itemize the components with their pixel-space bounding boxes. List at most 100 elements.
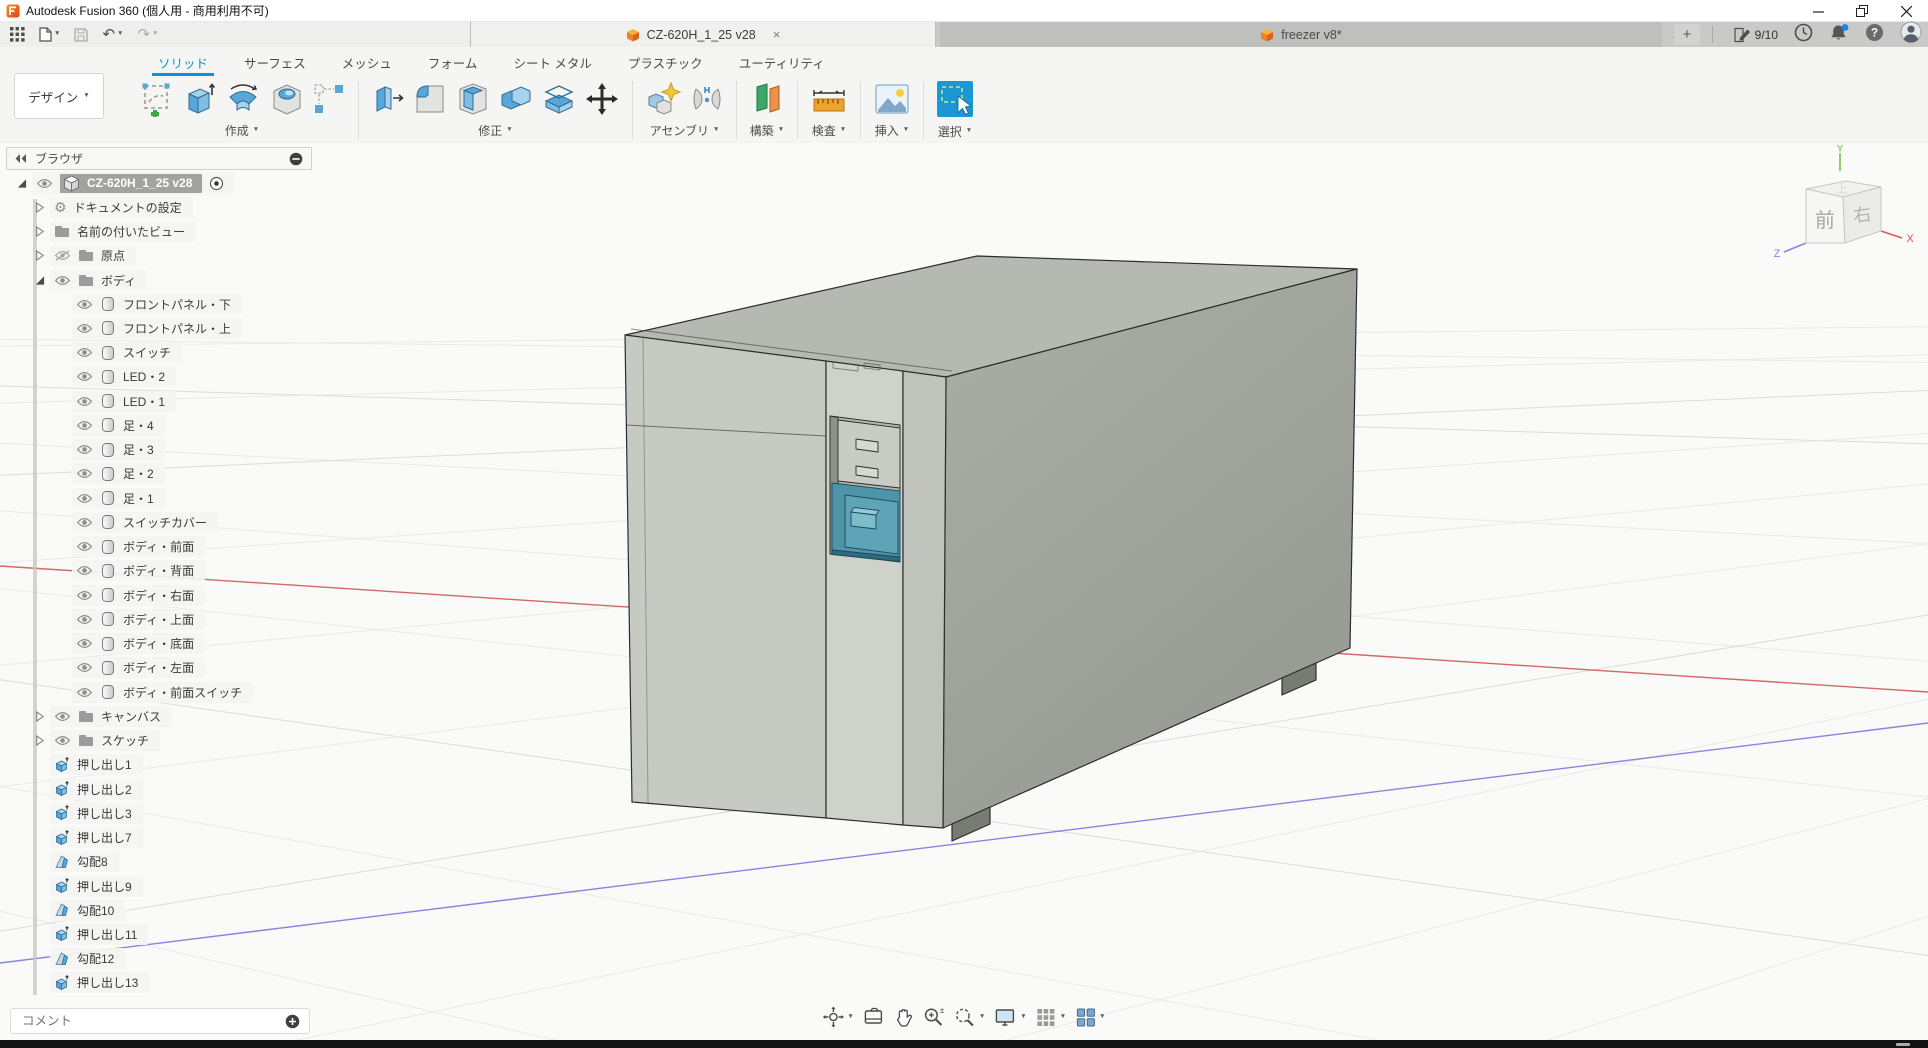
browser-row[interactable]: フロントパネル・下 — [0, 293, 242, 315]
insert-menu[interactable]: 挿入▼ — [875, 122, 909, 139]
browser-row[interactable]: ボディ・底面 — [0, 633, 205, 655]
expand-arrow-icon[interactable] — [34, 250, 45, 261]
select-menu[interactable]: 選択▼ — [938, 123, 972, 140]
ribbon-tab-シート メタル[interactable]: シート メタル — [495, 47, 609, 77]
browser-row[interactable]: 名前の付いたビュー — [0, 221, 196, 243]
visibility-eye-icon[interactable] — [76, 347, 93, 358]
inspect-menu[interactable]: 検査▼ — [812, 122, 846, 139]
visibility-eye-icon[interactable] — [76, 371, 93, 382]
activate-component-radio[interactable] — [209, 176, 224, 191]
visibility-eye-icon[interactable] — [76, 590, 93, 601]
browser-row[interactable]: 勾配8 — [0, 851, 119, 873]
expand-arrow-icon[interactable] — [34, 735, 45, 746]
ribbon-tab-ソリッド[interactable]: ソリッド — [140, 47, 226, 77]
browser-row[interactable]: 原点 — [0, 245, 136, 267]
app-grid-menu-button[interactable] — [10, 27, 25, 42]
measure-button[interactable] — [809, 80, 849, 118]
visibility-eye-icon[interactable] — [54, 735, 71, 746]
undo-button[interactable]: ↶ ▼ — [102, 27, 123, 42]
pattern-button[interactable] — [311, 81, 347, 117]
add-comment-icon[interactable] — [285, 1014, 300, 1029]
browser-row[interactable]: ボディ・前面 — [0, 536, 205, 558]
browser-row[interactable]: ボディ — [0, 269, 147, 291]
zoom-button[interactable]: ± — [923, 1006, 945, 1028]
job-status-button[interactable]: 9/10 — [1734, 27, 1778, 43]
visibility-eye-icon[interactable] — [76, 493, 93, 504]
create-sketch-button[interactable] — [137, 80, 175, 118]
browser-row[interactable]: ボディ・右面 — [0, 584, 205, 606]
visibility-eye-icon[interactable] — [76, 396, 93, 407]
offset-face-button[interactable] — [540, 80, 578, 118]
hole-button[interactable] — [268, 80, 306, 118]
close-button[interactable] — [1884, 0, 1928, 22]
document-tab-active[interactable]: CZ-620H_1_25 v28 × — [470, 22, 936, 47]
tab-close-icon[interactable]: × — [773, 27, 781, 42]
document-tab-inactive[interactable]: freezer v8* × — [940, 22, 1662, 47]
browser-row[interactable]: ボディ・背面 — [0, 560, 205, 582]
joint-button[interactable] — [689, 80, 725, 118]
create-menu[interactable]: 作成▼ — [225, 122, 259, 139]
look-at-button[interactable] — [863, 1007, 885, 1027]
browser-row[interactable]: LED・1 — [0, 390, 176, 412]
notifications-button[interactable] — [1829, 23, 1849, 47]
browser-row[interactable]: 勾配12 — [0, 948, 125, 970]
construction-plane-button[interactable] — [748, 80, 786, 118]
visibility-eye-icon[interactable] — [76, 299, 93, 310]
visibility-eye-icon[interactable] — [76, 468, 93, 479]
save-button[interactable] — [74, 28, 88, 42]
fit-button[interactable]: ▼ — [954, 1006, 985, 1028]
combine-button[interactable] — [497, 80, 535, 118]
minimize-panel-icon[interactable] — [289, 152, 303, 166]
expand-arrow-icon[interactable] — [34, 226, 45, 237]
visibility-eye-icon[interactable] — [36, 178, 53, 189]
viewports-button[interactable]: ▼ — [1075, 1007, 1105, 1028]
collapse-arrow-icon[interactable] — [16, 178, 27, 189]
visibility-eye-icon[interactable] — [76, 541, 93, 552]
workspace-selector[interactable]: デザイン ▼ — [14, 73, 104, 119]
model-front-chamfer[interactable] — [903, 371, 946, 828]
browser-row[interactable]: 足・4 — [0, 414, 165, 436]
browser-row[interactable]: 押し出し13 — [0, 972, 149, 994]
display-settings-button[interactable]: ▼ — [994, 1007, 1026, 1028]
press-pull-button[interactable] — [370, 80, 406, 118]
browser-panel-header[interactable]: ブラウザ — [6, 147, 312, 170]
insert-image-button[interactable] — [872, 81, 912, 117]
expand-arrow-icon[interactable] — [34, 202, 45, 213]
visibility-eye-icon[interactable] — [54, 275, 71, 286]
browser-row[interactable]: 勾配10 — [0, 899, 125, 921]
visibility-eye-icon[interactable] — [76, 565, 93, 576]
visibility-eye-icon[interactable] — [76, 687, 93, 698]
collapse-arrow-icon[interactable] — [34, 275, 45, 286]
browser-row[interactable]: 押し出し2 — [0, 778, 143, 800]
browser-row[interactable]: ボディ・上面 — [0, 608, 205, 630]
construct-menu[interactable]: 構築▼ — [750, 122, 784, 139]
restore-button[interactable] — [1840, 0, 1884, 22]
help-button[interactable]: ? — [1865, 23, 1884, 47]
redo-button[interactable]: ↷ ▼ — [137, 27, 158, 42]
browser-row[interactable]: 足・1 — [0, 487, 165, 509]
ribbon-tab-ユーティリティ[interactable]: ユーティリティ — [721, 47, 843, 77]
browser-row[interactable]: キャンバス — [0, 705, 172, 727]
browser-row[interactable]: LED・2 — [0, 366, 176, 388]
new-tab-button[interactable]: + — [1674, 24, 1700, 45]
grid-settings-button[interactable]: ▼ — [1036, 1007, 1066, 1028]
extrude-button[interactable] — [180, 80, 218, 118]
browser-row[interactable]: ⚙ドキュメントの設定 — [0, 196, 193, 218]
expand-arrow-icon[interactable] — [34, 711, 45, 722]
visibility-eye-icon[interactable] — [76, 638, 93, 649]
browser-row[interactable]: 足・2 — [0, 463, 165, 485]
model-body[interactable] — [625, 256, 1357, 841]
model-front-face[interactable] — [625, 335, 826, 818]
visibility-eye-icon[interactable] — [76, 444, 93, 455]
ribbon-tab-メッシュ[interactable]: メッシュ — [324, 47, 410, 77]
browser-row[interactable]: スイッチカバー — [0, 511, 218, 533]
browser-row[interactable]: CZ-620H_1_25 v28 — [0, 172, 235, 194]
job-history-button[interactable] — [1794, 23, 1813, 47]
browser-row[interactable]: 押し出し11 — [0, 923, 148, 945]
visibility-eye-icon[interactable] — [76, 517, 93, 528]
browser-row[interactable]: スイッチ — [0, 342, 182, 364]
browser-row[interactable]: ボディ・前面スイッチ — [0, 681, 253, 703]
collapse-panel-icon[interactable] — [15, 154, 27, 163]
browser-row[interactable]: 足・3 — [0, 439, 165, 461]
visibility-eye-icon[interactable] — [76, 614, 93, 625]
